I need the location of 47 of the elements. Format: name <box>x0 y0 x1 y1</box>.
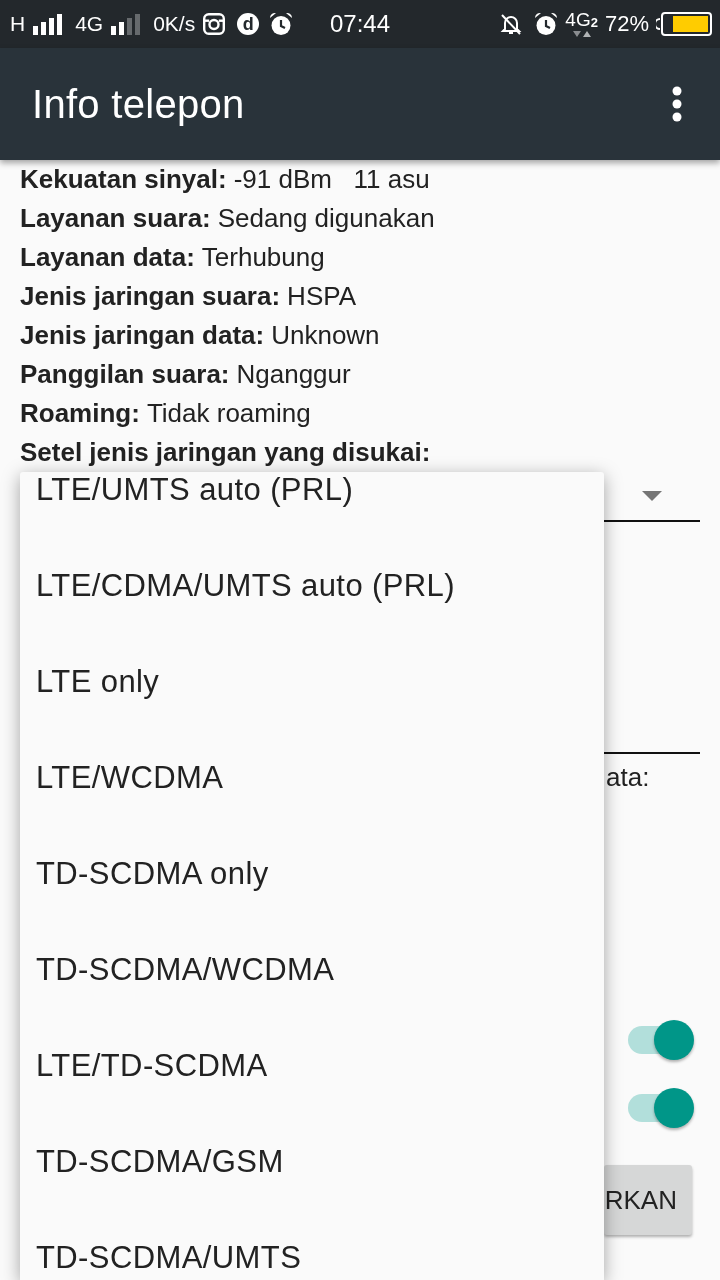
sim-number: 2 <box>590 16 598 30</box>
network-type-label: H <box>10 12 26 36</box>
info-label: Roaming: <box>20 398 140 429</box>
info-label: Jenis jaringan suara: <box>20 281 281 312</box>
menu-item[interactable]: TD-SCDMA/GSM <box>20 1114 604 1210</box>
setting-label: Setel jenis jaringan yang disukai: <box>20 437 431 468</box>
battery-icon <box>656 12 712 36</box>
app-logo: d <box>237 13 260 35</box>
menu-item[interactable]: LTE/WCDMA <box>20 730 604 826</box>
alarm-clock-icon <box>269 12 294 36</box>
menu-item[interactable]: LTE/UMTS auto (PRL) <box>20 472 604 538</box>
signal-icon <box>111 13 142 35</box>
info-label: Jenis jaringan data: <box>20 320 265 351</box>
menu-item[interactable]: TD-SCDMA only <box>20 826 604 922</box>
signal-icon <box>33 13 64 35</box>
battery-percent: 72% <box>604 12 649 36</box>
more-options-icon[interactable] <box>672 86 682 122</box>
alarm-clock-icon <box>534 12 559 36</box>
info-value: Terhubung <box>201 242 325 273</box>
app-title: Info telepon <box>32 81 245 127</box>
info-label: Panggilan suara: <box>20 359 230 390</box>
setting-label: ata: <box>606 761 650 794</box>
info-label: Layanan suara: <box>20 203 211 234</box>
network-type-label: 4G <box>75 12 104 36</box>
muted-bell-icon <box>499 12 524 36</box>
toggle-switch[interactable] <box>628 1020 694 1060</box>
menu-item[interactable]: TD-SCDMA/UMTS <box>20 1210 604 1275</box>
action-button[interactable]: RKAN <box>603 1165 692 1235</box>
info-value: Unknown <box>271 320 380 351</box>
menu-item[interactable]: LTE/TD-SCDMA <box>20 1018 604 1114</box>
info-label: Kekuatan sinyal: <box>20 164 227 195</box>
info-value: Tidak roaming <box>146 398 311 429</box>
data-activity-icon <box>570 30 593 38</box>
info-value: -91 dBm 11 asu <box>233 164 430 195</box>
menu-item[interactable]: TD-SCDMA/WCDMA <box>20 922 604 1018</box>
data-network-label: 4G <box>565 10 591 30</box>
network-speed: 0K/s <box>153 12 196 36</box>
camera-app-icon <box>203 13 226 35</box>
toggle-switch[interactable] <box>628 1088 694 1128</box>
info-value: Sedang digunakan <box>217 203 435 234</box>
info-value: HSPA <box>287 281 356 312</box>
caret-icon <box>642 491 662 501</box>
info-value: Nganggur <box>236 359 351 390</box>
menu-item[interactable]: LTE/CDMA/UMTS auto (PRL) <box>20 538 604 634</box>
clock-time: 07:44 <box>329 10 391 38</box>
info-label: Layanan data: <box>20 242 195 273</box>
menu-item[interactable]: LTE only <box>20 634 604 730</box>
